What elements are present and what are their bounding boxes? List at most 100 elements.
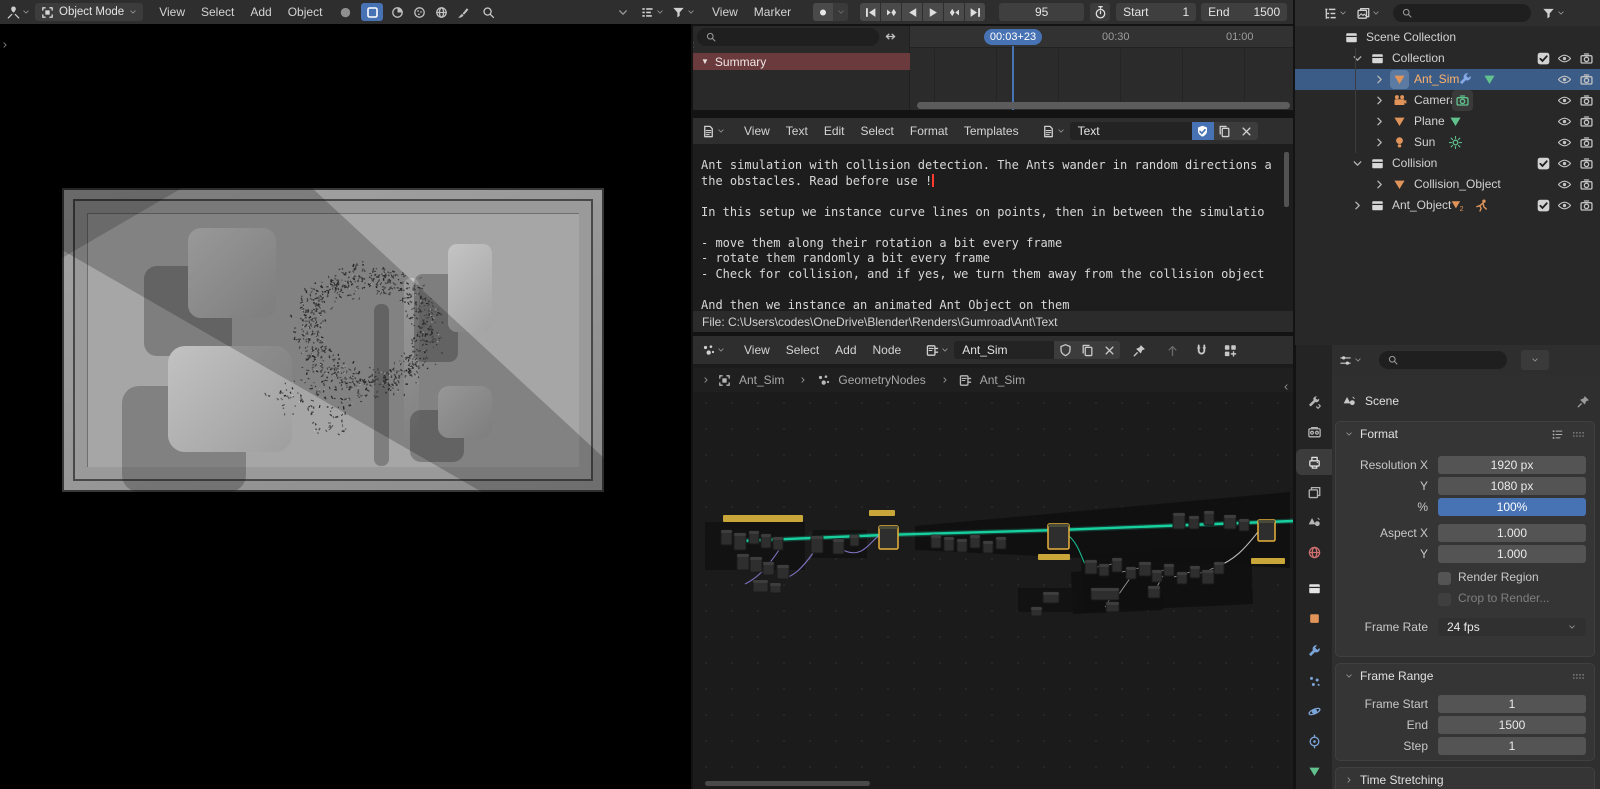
- editor-type-properties-button[interactable]: [1338, 353, 1363, 368]
- header-overflow-chevron[interactable]: [612, 5, 634, 20]
- outliner-row-camera[interactable]: Camera: [1295, 90, 1600, 111]
- collection-checkbox[interactable]: [1536, 198, 1551, 213]
- tab-world[interactable]: [1296, 539, 1332, 565]
- text-line[interactable]: Ant simulation with collision detection.…: [701, 158, 1293, 174]
- render-region-checkbox[interactable]: [1438, 572, 1451, 585]
- menu-add[interactable]: Add: [242, 0, 279, 24]
- collapse-arrow-icon[interactable]: [1350, 51, 1365, 66]
- properties-search-input[interactable]: [1379, 351, 1507, 369]
- tri-badge-icon[interactable]: [1448, 114, 1463, 129]
- menu-text[interactable]: Text: [778, 119, 816, 143]
- text-editor-body[interactable]: Ant simulation with collision detection.…: [693, 144, 1293, 311]
- visibility-eye-icon[interactable]: [1557, 177, 1572, 192]
- prev-keyframe-button[interactable]: [881, 3, 902, 21]
- outliner-row-collision-object[interactable]: Collision_Object: [1295, 174, 1600, 195]
- outliner-row-ant-sim[interactable]: Ant_Sim: [1295, 69, 1600, 90]
- text-line[interactable]: - move them along their rotation a bit e…: [701, 236, 1293, 252]
- shading-solid-button[interactable]: [361, 3, 384, 21]
- visibility-eye-icon[interactable]: [1557, 135, 1572, 150]
- visibility-eye-icon[interactable]: [1557, 72, 1572, 87]
- presets-list-icon[interactable]: [1550, 427, 1565, 442]
- boxcol-icon[interactable]: [1370, 156, 1385, 171]
- tab-render[interactable]: [1296, 419, 1332, 445]
- editor-type-timeline-button[interactable]: [640, 5, 665, 20]
- auto-key-options-button[interactable]: [833, 3, 849, 21]
- text-line[interactable]: [701, 220, 1293, 236]
- expand-arrow-icon[interactable]: [1372, 135, 1387, 150]
- shading-preview-icon[interactable]: [412, 5, 427, 20]
- shading-material-icon[interactable]: [390, 5, 405, 20]
- format-panel-header[interactable]: Format: [1336, 422, 1594, 446]
- text-line[interactable]: - Check for collision, and if yes, we tu…: [701, 267, 1293, 283]
- resolution-y-field[interactable]: 1080 px: [1438, 477, 1586, 495]
- menu-select[interactable]: Select: [853, 119, 902, 143]
- jump-to-start-button[interactable]: [860, 3, 881, 21]
- expand-arrow-icon[interactable]: [1350, 198, 1365, 213]
- frame-start-field[interactable]: 1: [1438, 695, 1586, 713]
- nodetree-selector[interactable]: [925, 343, 950, 358]
- tri-icon[interactable]: [1392, 72, 1407, 87]
- pin-icon[interactable]: [1576, 394, 1591, 409]
- auto-key-record-button[interactable]: [813, 3, 834, 21]
- frame-end-field[interactable]: End 1500: [1201, 3, 1288, 21]
- outliner-row-ant-object[interactable]: Ant_Object 2: [1295, 195, 1600, 216]
- menu-marker[interactable]: Marker: [746, 0, 799, 24]
- editor-type-3d-viewport-button[interactable]: [6, 5, 31, 20]
- tab-output[interactable]: [1296, 449, 1332, 475]
- snap-magnet-icon[interactable]: [1194, 343, 1209, 358]
- outliner-search-input[interactable]: [1393, 4, 1531, 22]
- menu-view[interactable]: View: [736, 338, 778, 362]
- render-visibility-camera-icon[interactable]: [1579, 51, 1594, 66]
- text-line[interactable]: In this setup we instance curve lines on…: [701, 205, 1293, 221]
- overlays-icon[interactable]: [1223, 343, 1238, 358]
- mode-dropdown[interactable]: Object Mode: [35, 3, 144, 21]
- tri2-badge-icon[interactable]: 2: [1450, 198, 1465, 213]
- text-datablock-selector[interactable]: [1041, 124, 1066, 139]
- text-scrollbar[interactable]: [1284, 152, 1289, 207]
- menu-add[interactable]: Add: [827, 338, 864, 362]
- sunI-badge-icon[interactable]: [1448, 135, 1463, 150]
- render-visibility-camera-icon[interactable]: [1579, 93, 1594, 108]
- text-line[interactable]: And then we instance an animated Ant_Obj…: [701, 298, 1293, 312]
- parent-tree-arrow-icon[interactable]: [1165, 343, 1180, 358]
- menu-edit[interactable]: Edit: [816, 119, 853, 143]
- unlink-nodetree-button[interactable]: [1098, 341, 1121, 359]
- render-visibility-camera-icon[interactable]: [1579, 177, 1594, 192]
- tab-tool[interactable]: [1296, 389, 1332, 415]
- collection-checkbox[interactable]: [1536, 51, 1551, 66]
- resolution-x-field[interactable]: 1920 px: [1438, 456, 1586, 474]
- register-shield-button[interactable]: [1191, 122, 1214, 140]
- node-scrollbar-h[interactable]: [705, 781, 870, 786]
- frame-rate-dropdown[interactable]: 24 fps: [1438, 618, 1586, 636]
- region-collapse-chevron[interactable]: [693, 40, 697, 50]
- pin-icon[interactable]: [1132, 343, 1147, 358]
- frame-end-field[interactable]: 1500: [1438, 716, 1586, 734]
- tri-badge-icon[interactable]: [1482, 72, 1497, 87]
- timeline-filter-button[interactable]: [671, 5, 696, 20]
- expand-arrow-icon[interactable]: [1372, 177, 1387, 192]
- viewport-canvas[interactable]: [0, 24, 691, 789]
- toolbar-expand-chevron[interactable]: [0, 40, 10, 50]
- camData-badge-icon[interactable]: [1455, 93, 1470, 108]
- tab-physics[interactable]: [1296, 698, 1332, 724]
- tab-object-data[interactable]: [1296, 758, 1332, 784]
- outliner-row-collection[interactable]: Collection: [1295, 48, 1600, 69]
- node-editor-canvas[interactable]: Ant_Sim GeometryNodes Ant_Sim: [693, 364, 1293, 789]
- new-text-button[interactable]: [1213, 122, 1236, 140]
- outliner-row-sun[interactable]: Sun: [1295, 132, 1600, 153]
- timeline-body[interactable]: ▼ Summary 00:30 01:00 00:03+23: [693, 26, 1293, 110]
- render-visibility-camera-icon[interactable]: [1579, 72, 1594, 87]
- collection-checkbox[interactable]: [1536, 156, 1551, 171]
- tab-collection[interactable]: [1296, 575, 1332, 601]
- fake-user-button[interactable]: [1054, 341, 1077, 359]
- visibility-eye-icon[interactable]: [1557, 51, 1572, 66]
- menu-node[interactable]: Node: [865, 338, 910, 362]
- unlink-text-button[interactable]: [1235, 122, 1258, 140]
- display-mode-button[interactable]: [1356, 6, 1381, 21]
- shading-rendered-icon[interactable]: [434, 5, 449, 20]
- camObj-icon[interactable]: [1392, 93, 1407, 108]
- expand-arrow-icon[interactable]: [1372, 72, 1387, 87]
- text-line[interactable]: the obstacles. Read before use !: [701, 173, 1293, 190]
- frame-start-field[interactable]: Start 1: [1116, 3, 1197, 21]
- text-line[interactable]: [701, 189, 1293, 205]
